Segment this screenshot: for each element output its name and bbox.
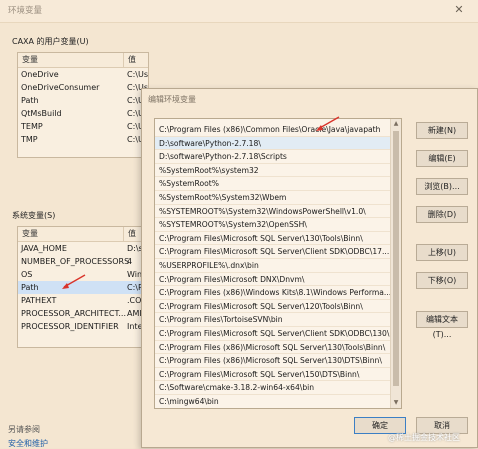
table-row[interactable]: PROCESSOR_IDENTIFIER Inte bbox=[18, 320, 148, 333]
variable-name: PROCESSOR_IDENTIFIER bbox=[21, 322, 119, 331]
close-icon[interactable]: ✕ bbox=[442, 0, 476, 20]
user-variables-label: CAXA 的用户变量(U) bbox=[12, 37, 89, 46]
delete-button[interactable]: 删除(D) bbox=[416, 206, 468, 223]
column-header-variable[interactable]: 变量 bbox=[22, 54, 38, 65]
browse-button[interactable]: 浏览(B)... bbox=[416, 178, 468, 195]
scroll-down-icon[interactable]: ▼ bbox=[391, 398, 401, 408]
path-entry[interactable]: C:\Program Files (x86)\Common Files\Orac… bbox=[155, 123, 391, 137]
table-row[interactable]: TMP C:\Us bbox=[18, 133, 148, 146]
variable-name: TMP bbox=[21, 135, 38, 144]
table-row[interactable]: QtMsBuild C:\Us bbox=[18, 107, 148, 120]
path-entry[interactable]: C:\mingw64\bin bbox=[155, 395, 391, 408]
path-entry[interactable]: %SystemRoot% bbox=[155, 177, 391, 191]
move-up-button[interactable]: 上移(U) bbox=[416, 244, 468, 261]
path-entry[interactable]: C:\Program Files (x86)\Windows Kits\8.1\… bbox=[155, 286, 391, 300]
table-row[interactable]: JAVA_HOME D:\s bbox=[18, 242, 148, 255]
red-arrow-python-path bbox=[316, 116, 340, 131]
variable-name: Path bbox=[21, 96, 39, 105]
list-header: 变量 值 bbox=[18, 227, 148, 242]
path-entry[interactable]: C:\Program Files\Microsoft SQL Server\12… bbox=[155, 300, 391, 314]
path-entry[interactable]: C:\Program Files\TortoiseSVN\bin bbox=[155, 313, 391, 327]
path-entry[interactable]: C:\Program Files\Microsoft SQL Server\Cl… bbox=[155, 245, 391, 259]
variable-value: C:\Users\CAXA\OneDrive bbox=[127, 70, 148, 79]
title-bar: 环境变量 ✕ bbox=[0, 0, 478, 23]
path-entry[interactable]: C:\Program Files\Microsoft SQL Server\Cl… bbox=[155, 327, 391, 341]
path-entry[interactable]: %SystemRoot%\system32 bbox=[155, 164, 391, 178]
path-entry[interactable]: C:\Software\cmake-3.18.2-win64-x64\bin bbox=[155, 381, 391, 395]
variable-name: OneDriveConsumer bbox=[21, 83, 100, 92]
table-row[interactable]: OneDrive C:\Users\CAXA\OneDrive bbox=[18, 68, 148, 81]
path-entry[interactable]: C:\Program Files\Microsoft SQL Server\13… bbox=[155, 232, 391, 246]
variable-name: QtMsBuild bbox=[21, 109, 62, 118]
new-button[interactable]: 新建(N) bbox=[416, 122, 468, 139]
path-entry[interactable]: %USERPROFILE%\.dnx\bin bbox=[155, 259, 391, 273]
variable-name: TEMP bbox=[21, 122, 43, 131]
path-entry[interactable]: %SYSTEMROOT%\System32\OpenSSH\ bbox=[155, 218, 391, 232]
table-row[interactable]: NUMBER_OF_PROCESSORS 4 bbox=[18, 255, 148, 268]
path-entry[interactable]: C:\Program Files (x86)\Microsoft SQL Ser… bbox=[155, 354, 391, 368]
path-entry[interactable]: C:\Program Files\Microsoft DNX\Dnvm\ bbox=[155, 273, 391, 287]
dialog-title: 编辑环境变量 bbox=[148, 95, 196, 104]
variable-name: PATHEXT bbox=[21, 296, 57, 305]
scroll-up-icon[interactable]: ▲ bbox=[391, 119, 401, 129]
table-row[interactable]: PATHEXT .CO bbox=[18, 294, 148, 307]
table-row[interactable]: PROCESSOR_ARCHITECT... AMI bbox=[18, 307, 148, 320]
variable-name: Path bbox=[21, 283, 39, 292]
table-row[interactable]: Path C:\Us bbox=[18, 94, 148, 107]
path-entry[interactable]: C:\Program Files (x86)\Microsoft SQL Ser… bbox=[155, 341, 391, 355]
path-list[interactable]: C:\Program Files (x86)\Common Files\Orac… bbox=[154, 118, 402, 409]
see-also-label: 另请参阅 bbox=[8, 425, 40, 434]
edit-environment-variable-dialog: 编辑环境变量 C:\Program Files (x86)\Common Fil… bbox=[141, 88, 478, 448]
variable-name: OneDrive bbox=[21, 70, 59, 79]
security-maintenance-link[interactable]: 安全和维护 bbox=[8, 438, 48, 449]
table-row[interactable]: TEMP C:\Us bbox=[18, 120, 148, 133]
red-arrow-system-path bbox=[62, 274, 86, 289]
edit-button[interactable]: 编辑(E) bbox=[416, 150, 468, 167]
path-entry[interactable]: %SYSTEMROOT%\System32\WindowsPowerShell\… bbox=[155, 205, 391, 219]
variable-value: Win bbox=[127, 270, 143, 279]
user-variables-list[interactable]: 变量 值 OneDriveC:\Users\CAXA\OneDriveOneDr… bbox=[17, 52, 149, 158]
dialog-title-bar: 编辑环境变量 bbox=[142, 89, 477, 109]
variable-name: OS bbox=[21, 270, 33, 279]
table-row[interactable]: OneDriveConsumerC:\Users\CAXA\OneDrive bbox=[18, 81, 148, 94]
variable-name: PROCESSOR_ARCHITECT... bbox=[21, 309, 127, 318]
vertical-scrollbar[interactable]: ▲ ▼ bbox=[390, 119, 401, 408]
system-variables-label: 系统变量(S) bbox=[12, 211, 56, 220]
path-entry[interactable]: C:\Program Files\Microsoft SQL Server\15… bbox=[155, 368, 391, 382]
variable-value: 4 bbox=[127, 257, 133, 266]
variable-name: JAVA_HOME bbox=[21, 244, 67, 253]
variable-value: .CO bbox=[127, 296, 142, 305]
column-header-value[interactable]: 值 bbox=[128, 228, 136, 239]
variable-name: NUMBER_OF_PROCESSORS bbox=[21, 257, 130, 266]
edit-text-button[interactable]: 编辑文本(T)... bbox=[416, 311, 468, 339]
path-entry[interactable]: %SystemRoot%\System32\Wbem bbox=[155, 191, 391, 205]
scrollbar-thumb[interactable] bbox=[393, 131, 399, 386]
column-header-value[interactable]: 值 bbox=[128, 54, 136, 65]
column-header-variable[interactable]: 变量 bbox=[22, 228, 38, 239]
path-entry[interactable]: D:\software\Python-2.7.18\ bbox=[155, 136, 391, 151]
window-title: 环境变量 bbox=[8, 6, 43, 16]
list-header: 变量 值 bbox=[18, 53, 148, 68]
watermark: @稀土掘金技术社区 bbox=[388, 433, 460, 442]
path-entry[interactable]: D:\software\Python-2.7.18\Scripts bbox=[155, 150, 391, 164]
move-down-button[interactable]: 下移(O) bbox=[416, 272, 468, 289]
variable-value: AMI bbox=[127, 309, 142, 318]
